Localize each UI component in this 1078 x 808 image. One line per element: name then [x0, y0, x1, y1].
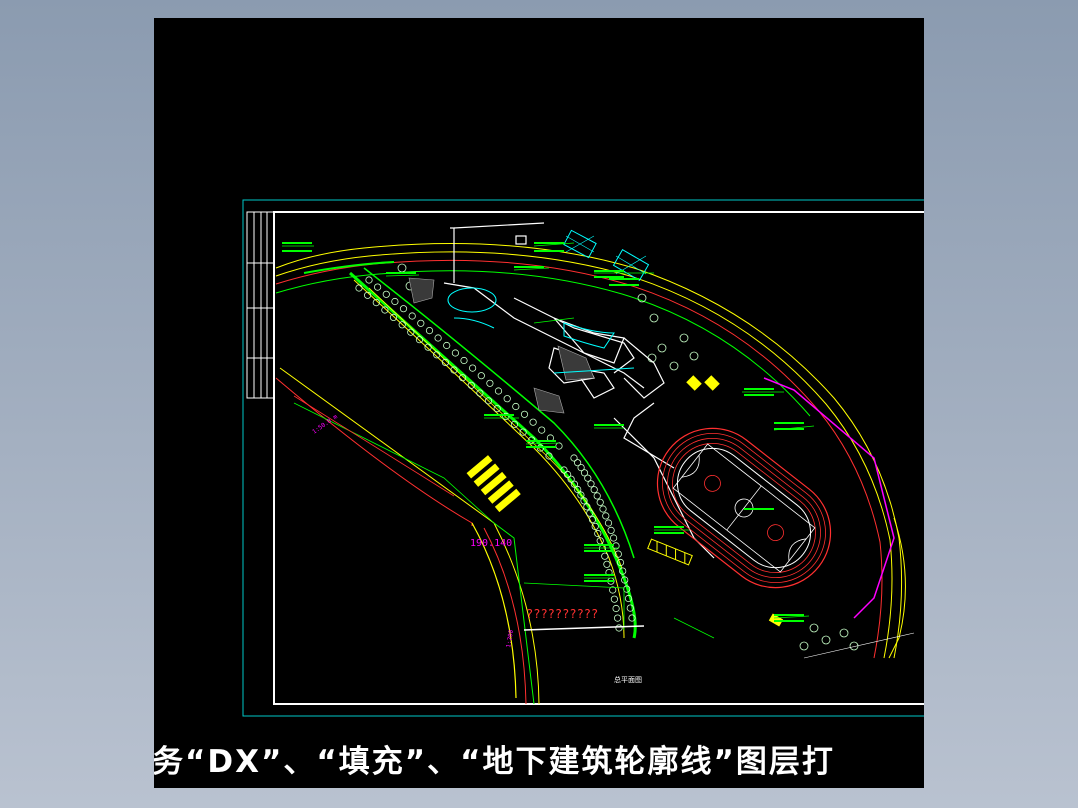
- placeholder-note: ??????????: [526, 607, 598, 621]
- coordinate-label-mark: [744, 388, 774, 390]
- tree-lined-walk: [349, 267, 637, 639]
- tree-symbol-icon: [587, 480, 595, 488]
- sheet-frame-inner: [273, 211, 924, 705]
- tree-symbol-icon: [389, 313, 398, 321]
- cad-viewport[interactable]: 190.140 ?????????? 总平面图 1:50.0 m 1:200 务…: [154, 18, 924, 788]
- tree-symbol-icon: [538, 426, 546, 434]
- coordinate-label-mark: [534, 250, 564, 252]
- tree-symbol-icon: [613, 614, 622, 622]
- tree-symbol-icon: [382, 290, 390, 298]
- coordinate-label-mark: [654, 526, 684, 528]
- coordinate-label-mark: [282, 242, 312, 244]
- tree-symbol-icon: [590, 486, 598, 494]
- coordinate-label-mark: [584, 574, 614, 576]
- layer-caption: 务“DX”、“填充”、“地下建筑轮廓线”图层打: [154, 744, 835, 780]
- tree-symbol-icon: [604, 519, 613, 527]
- coordinate-label-mark: [594, 276, 624, 278]
- tree-symbol-icon: [529, 418, 537, 426]
- coordinate-label-mark: [584, 550, 614, 552]
- tree-symbol-icon: [610, 595, 618, 603]
- tree-symbol-icon: [374, 283, 382, 291]
- tree-symbol-icon: [657, 343, 667, 353]
- tree-symbol-icon: [601, 552, 609, 560]
- tree-symbol-icon: [599, 505, 607, 513]
- annotation-leaders: [282, 242, 915, 659]
- tree-symbol-icon: [408, 312, 416, 320]
- drawing-title: 总平面图: [614, 675, 642, 684]
- tree-symbol-icon: [417, 319, 425, 327]
- tree-symbol-icon: [503, 395, 511, 403]
- tree-symbol-icon: [839, 628, 849, 638]
- coordinate-label-mark: [744, 394, 774, 396]
- tree-symbol-icon: [365, 276, 373, 284]
- tree-symbol-icon: [468, 364, 477, 372]
- coordinate-label-mark: [526, 440, 556, 442]
- crosswalk-hatch-icon: [466, 375, 784, 627]
- tree-symbol-icon: [397, 263, 407, 273]
- tree-symbol-icon: [593, 492, 601, 500]
- tree-symbol-icon: [355, 284, 363, 292]
- tree-symbol-icon: [669, 361, 679, 371]
- tree-symbol-icon: [649, 313, 659, 323]
- tree-symbol-icon: [602, 512, 610, 520]
- coordinate-label-mark: [534, 242, 564, 244]
- coordinate-label-mark: [609, 284, 639, 286]
- building-cluster: [443, 222, 715, 559]
- running-track: [656, 377, 906, 659]
- tree-symbol-icon: [434, 334, 442, 342]
- site-plan-drawing: 190.140 ?????????? 总平面图 1:50.0 m 1:200: [242, 199, 924, 717]
- coordinate-label-mark: [584, 544, 614, 546]
- title-block-strip: [246, 211, 275, 399]
- coordinate-label-mark: [774, 620, 804, 622]
- tree-symbol-icon: [679, 333, 689, 343]
- coordinate-label-mark: [584, 580, 614, 582]
- tree-symbol-icon: [512, 402, 520, 411]
- tree-symbol-icon: [799, 641, 809, 651]
- tree-symbol-icon: [612, 604, 620, 613]
- coordinate-label-mark: [594, 270, 624, 272]
- coordinate-label-mark: [654, 532, 684, 534]
- coordinate-label-mark: [282, 250, 312, 252]
- tree-symbol-icon: [520, 410, 529, 418]
- tree-symbol-icon: [486, 379, 494, 387]
- tree-symbol-icon: [689, 351, 699, 361]
- tree-symbol-icon: [399, 305, 408, 313]
- side-scale-label-2: 1:200: [505, 629, 515, 648]
- tree-symbol-icon: [494, 387, 503, 395]
- coordinate-label-mark: [386, 272, 416, 274]
- tree-symbol-icon: [609, 534, 618, 542]
- tree-symbol-icon: [615, 624, 623, 632]
- tree-symbol-icon: [477, 372, 485, 380]
- tree-symbol-icon: [460, 356, 468, 365]
- coordinate-label-mark: [594, 424, 624, 426]
- coordinate-label-mark: [774, 428, 804, 430]
- tree-symbol-icon: [425, 326, 434, 335]
- coordinate-label-mark: [609, 278, 639, 280]
- tree-symbol-icon: [391, 297, 399, 306]
- coordinate-label-mark: [774, 614, 804, 616]
- tree-symbol-icon: [451, 349, 459, 357]
- tree-symbol-icon: [821, 635, 831, 645]
- tree-symbol-icon: [603, 560, 611, 568]
- coordinate-label-mark: [514, 266, 544, 268]
- tree-symbol-icon: [607, 526, 615, 535]
- side-scale-label-1: 1:50.0 m: [311, 413, 339, 436]
- coordinate-labels: [282, 242, 804, 622]
- boundary-line: [293, 395, 455, 497]
- coordinate-label-mark: [744, 508, 774, 510]
- tree-symbol-icon: [443, 341, 451, 350]
- tree-symbol-icon: [555, 442, 563, 450]
- coordinate-label-mark: [774, 422, 804, 424]
- coordinate-label-mark: [526, 446, 556, 448]
- tree-symbol-icon: [809, 623, 819, 633]
- chainage-label: 190.140: [470, 538, 512, 549]
- tree-symbol-icon: [596, 498, 604, 506]
- curved-boulevard: [275, 243, 903, 659]
- tree-symbol-icon: [415, 336, 424, 344]
- coordinate-label-mark: [484, 414, 514, 416]
